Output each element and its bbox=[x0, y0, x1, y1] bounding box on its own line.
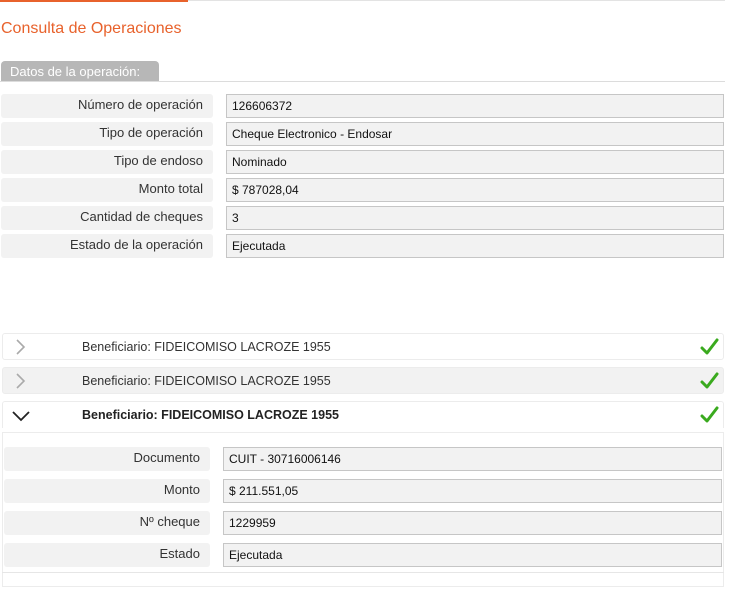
detail-value: $ 211.551,05 bbox=[223, 479, 722, 503]
section-divider bbox=[0, 81, 725, 82]
beneficiary-accordion-item-expanded[interactable]: Beneficiario: FIDEICOMISO LACROZE 1955 bbox=[2, 401, 724, 428]
field-value: Nominado bbox=[226, 150, 724, 174]
check-icon bbox=[700, 338, 719, 355]
chevron-right-icon bbox=[16, 373, 26, 389]
detail-value: 1229959 bbox=[223, 511, 722, 535]
field-operation-type: Tipo de operación Cheque Electronico - E… bbox=[1, 122, 725, 146]
check-icon bbox=[700, 406, 719, 423]
beneficiary-title: Beneficiario: FIDEICOMISO LACROZE 1955 bbox=[82, 340, 331, 354]
page-title: Consulta de Operaciones bbox=[1, 20, 182, 37]
detail-label: Monto bbox=[4, 479, 210, 503]
field-operation-number: Número de operación 126606372 bbox=[1, 94, 725, 118]
detail-value: CUIT - 30716006146 bbox=[223, 447, 722, 471]
beneficiary-title: Beneficiario: FIDEICOMISO LACROZE 1955 bbox=[82, 374, 331, 388]
chevron-down-icon bbox=[12, 411, 30, 422]
beneficiary-accordion-item[interactable]: Beneficiario: FIDEICOMISO LACROZE 1955 bbox=[2, 367, 724, 394]
section-tab-operation-data: Datos de la operación: bbox=[1, 61, 159, 81]
field-label: Tipo de endoso bbox=[1, 150, 213, 174]
detail-status: Estado Ejecutada bbox=[4, 543, 722, 567]
chevron-right-icon bbox=[16, 339, 26, 355]
active-tab-indicator bbox=[0, 0, 188, 2]
detail-cheque-number: Nº cheque 1229959 bbox=[4, 511, 722, 535]
field-label: Monto total bbox=[1, 178, 213, 202]
detail-value: Ejecutada bbox=[223, 543, 722, 567]
beneficiary-accordion-item[interactable]: Beneficiario: FIDEICOMISO LACROZE 1955 bbox=[2, 333, 724, 360]
field-total-amount: Monto total $ 787028,04 bbox=[1, 178, 725, 202]
check-icon bbox=[700, 372, 719, 389]
panel-divider bbox=[2, 572, 724, 573]
field-value: Ejecutada bbox=[226, 234, 724, 258]
detail-label: Documento bbox=[4, 447, 210, 471]
field-value: Cheque Electronico - Endosar bbox=[226, 122, 724, 146]
field-value: $ 787028,04 bbox=[226, 178, 724, 202]
field-endorsement-type: Tipo de endoso Nominado bbox=[1, 150, 725, 174]
field-cheque-count: Cantidad de cheques 3 bbox=[1, 206, 725, 230]
field-operation-status: Estado de la operación Ejecutada bbox=[1, 234, 725, 258]
field-value: 126606372 bbox=[226, 94, 724, 118]
detail-label: Nº cheque bbox=[4, 511, 210, 535]
field-label: Estado de la operación bbox=[1, 234, 213, 258]
detail-amount: Monto $ 211.551,05 bbox=[4, 479, 722, 503]
field-value: 3 bbox=[226, 206, 724, 230]
field-label: Número de operación bbox=[1, 94, 213, 118]
detail-label: Estado bbox=[4, 543, 210, 567]
detail-document: Documento CUIT - 30716006146 bbox=[4, 447, 722, 471]
field-label: Cantidad de cheques bbox=[1, 206, 213, 230]
beneficiary-title: Beneficiario: FIDEICOMISO LACROZE 1955 bbox=[82, 408, 339, 422]
field-label: Tipo de operación bbox=[1, 122, 213, 146]
